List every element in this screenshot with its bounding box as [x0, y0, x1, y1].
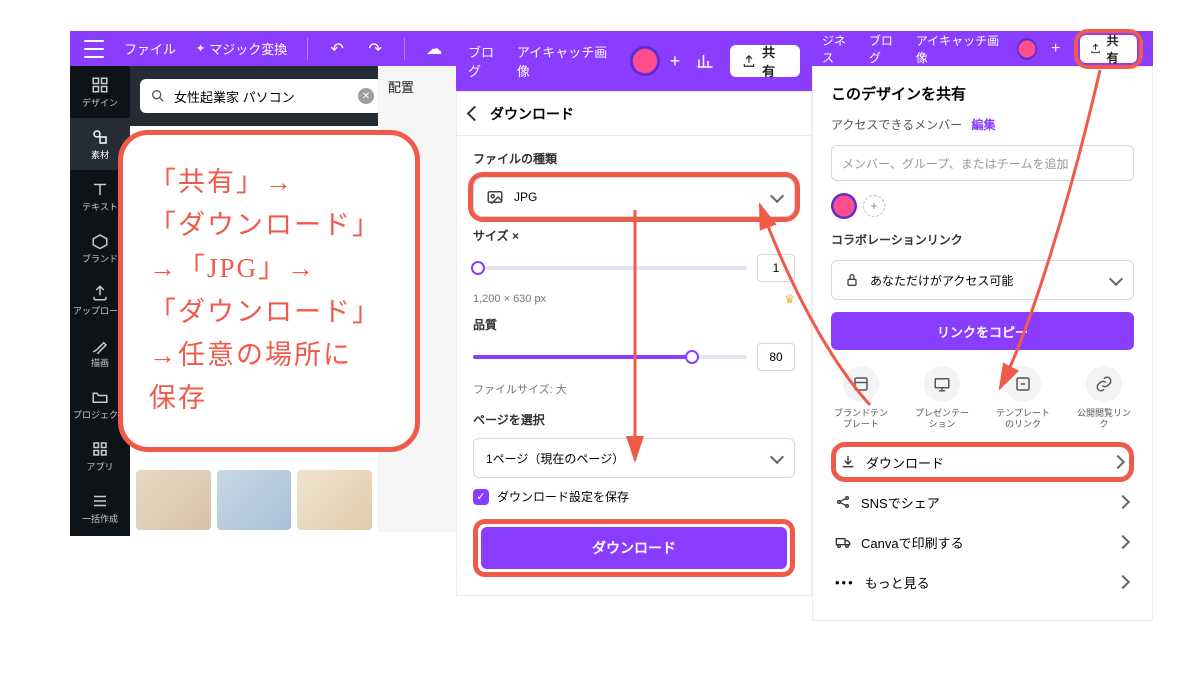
download-button[interactable]: ダウンロード [481, 527, 787, 569]
filesize-text: ファイルサイズ: 大 [473, 381, 795, 397]
download-panel-wrap: ブログ アイキャッチ画像 + 共有 ダウンロード ファイルの種類 JPG サイズ… [456, 31, 812, 596]
avatar [831, 193, 857, 219]
file-menu[interactable]: ファイル [124, 39, 176, 58]
quality-value[interactable]: 80 [757, 343, 795, 371]
chevron-down-icon [772, 190, 782, 204]
access-value: あなただけがアクセス可能 [870, 272, 1013, 289]
magic-convert-button[interactable]: マジック変換 [196, 39, 287, 58]
upload-icon [1090, 42, 1101, 55]
collab-link-label: コラボレーションリンク [831, 231, 1134, 248]
tile-template-link[interactable]: テンプレートのリンク [993, 366, 1053, 430]
share-icon [835, 494, 851, 510]
size-label: サイズ × [473, 227, 795, 244]
chevron-right-icon [1118, 535, 1128, 550]
share-options: ダウンロード SNSでシェア Canvaで印刷する ••• もっと見る [831, 442, 1134, 602]
access-select[interactable]: あなただけがアクセス可能 [831, 260, 1134, 300]
share-panel-wrap: ジネス ブログ アイキャッチ画像 + 共有 このデザインを共有 アクセスできるメ… [812, 31, 1153, 621]
clear-search-icon[interactable]: ✕ [358, 88, 374, 104]
download-panel: ダウンロード ファイルの種類 JPG サイズ × 1 1,200 × 630 p… [456, 91, 812, 596]
siderail-apps[interactable]: アプリ [70, 430, 130, 482]
asset-thumb[interactable] [136, 470, 211, 530]
quality-slider[interactable] [473, 355, 747, 359]
option-download[interactable]: ダウンロード [831, 442, 1134, 482]
search-input[interactable] [174, 89, 350, 104]
option-print[interactable]: Canvaで印刷する [831, 522, 1134, 562]
members-label: アクセスできるメンバー [831, 118, 962, 132]
chevron-right-icon [1118, 495, 1128, 510]
add-member-icon[interactable]: + [863, 195, 885, 217]
tile-public-link[interactable]: 公開閲覧リンク [1074, 366, 1134, 430]
back-icon[interactable] [469, 106, 480, 122]
crumb-business[interactable]: ジネス [822, 32, 855, 66]
search-bar: ✕ [130, 66, 378, 126]
add-icon[interactable]: + [670, 51, 681, 72]
hamburger-icon[interactable] [84, 40, 104, 58]
brand-badge-icon [1017, 38, 1037, 60]
size-value[interactable]: 1 [757, 254, 795, 282]
page-select-value: 1ページ（現在のページ） [486, 450, 624, 467]
share-button-center[interactable]: 共有 [730, 45, 800, 77]
asset-thumbnails [130, 470, 378, 530]
image-icon [486, 188, 504, 206]
truck-icon [835, 534, 851, 550]
asset-thumb[interactable] [217, 470, 292, 530]
crown-icon: ♛ [784, 292, 795, 306]
members-input[interactable]: メンバー、グループ、またはチームを追加 [831, 145, 1134, 181]
option-sns[interactable]: SNSでシェア [831, 482, 1134, 522]
size-slider[interactable] [473, 266, 747, 270]
analytics-icon[interactable] [690, 46, 720, 76]
undo-icon[interactable]: ↶ [328, 40, 346, 58]
asset-thumb[interactable] [297, 470, 372, 530]
tile-brand-template[interactable]: ブランドテンプレート [831, 366, 891, 430]
copy-link-button[interactable]: リンクをコピー [831, 312, 1134, 350]
share-button[interactable]: 共有 [1080, 35, 1137, 63]
center-header: ブログ アイキャッチ画像 + 共有 [456, 31, 812, 91]
share-tiles: ブランドテンプレート プレゼンテーション テンプレートのリンク 公開閲覧リンク [831, 366, 1134, 430]
download-button-highlight: ダウンロード [473, 519, 795, 577]
brand-badge-icon [630, 46, 660, 76]
quality-label: 品質 [473, 316, 795, 333]
crumb-eyecatch[interactable]: アイキャッチ画像 [517, 42, 620, 80]
save-settings-checkbox[interactable]: ✓ [473, 489, 489, 505]
filetype-select[interactable]: JPG [473, 177, 795, 217]
edit-members-link[interactable]: 編集 [972, 118, 996, 132]
add-icon[interactable]: + [1051, 40, 1060, 58]
search-input-wrap[interactable]: ✕ [140, 79, 384, 113]
chevron-down-icon [1111, 273, 1121, 287]
chevron-right-icon [1118, 575, 1128, 590]
crumb-eyecatch[interactable]: アイキャッチ画像 [916, 32, 1003, 66]
arrange-button[interactable]: 配置 [378, 66, 456, 106]
share-title: このデザインを共有 [831, 83, 1134, 104]
page-select[interactable]: 1ページ（現在のページ） [473, 438, 795, 478]
crumb-blog[interactable]: ブログ [869, 32, 902, 66]
search-icon [150, 88, 166, 104]
filetype-value: JPG [514, 190, 537, 204]
share-button-highlight: 共有 [1074, 29, 1143, 69]
siderail-design[interactable]: デザイン [70, 66, 130, 118]
chevron-down-icon [772, 451, 782, 465]
more-icon: ••• [835, 575, 855, 590]
redo-icon[interactable]: ↷ [366, 40, 384, 58]
option-more[interactable]: ••• もっと見る [831, 562, 1134, 602]
cloud-sync-icon: ☁ [425, 40, 443, 58]
siderail-bulk[interactable]: 一括作成 [70, 482, 130, 534]
download-title: ダウンロード [490, 104, 574, 124]
tile-presentation[interactable]: プレゼンテーション [912, 366, 972, 430]
download-icon [840, 454, 856, 470]
right-header: ジネス ブログ アイキャッチ画像 + 共有 [812, 31, 1153, 66]
page-select-label: ページを選択 [473, 411, 795, 428]
dimensions-text: 1,200 × 630 px [473, 293, 546, 305]
chevron-right-icon [1113, 455, 1123, 470]
share-panel: このデザインを共有 アクセスできるメンバー 編集 メンバー、グループ、またはチー… [812, 66, 1153, 621]
crumb-blog[interactable]: ブログ [468, 42, 507, 80]
upload-icon [742, 54, 756, 68]
annotation-note: 「共有」→ 「ダウンロード」 →「JPG」→ 「ダウンロード」 →任意の場所に … [118, 130, 420, 452]
save-settings-label: ダウンロード設定を保存 [497, 488, 629, 505]
lock-icon [844, 272, 860, 288]
filetype-label: ファイルの種類 [473, 150, 795, 167]
